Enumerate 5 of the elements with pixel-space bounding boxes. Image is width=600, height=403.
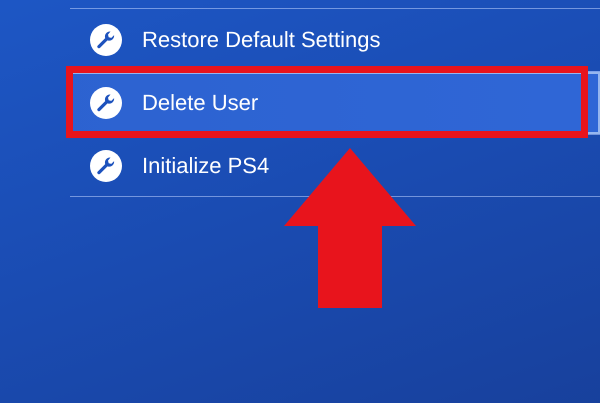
menu-item[interactable]: Delete User bbox=[70, 71, 600, 134]
menu-item[interactable]: Restore Default Settings bbox=[70, 8, 600, 71]
wrench-icon bbox=[90, 87, 122, 119]
wrench-icon bbox=[90, 150, 122, 182]
wrench-icon bbox=[90, 24, 122, 56]
